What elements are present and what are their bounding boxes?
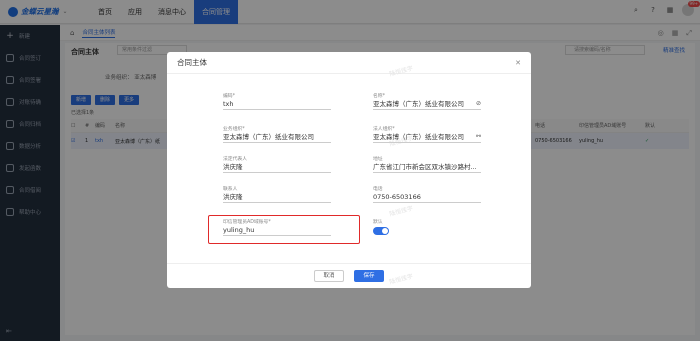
legalorg-field: 法人组织* 亚太森博（广东）纸业有限公司 ⚯ [373,125,481,143]
phone-input[interactable]: 0750-6503166 [373,192,481,203]
code-value: txh [223,100,234,108]
default-field: 默认 [373,218,481,235]
code-input[interactable]: txh [223,99,331,110]
default-label: 默认 [373,220,383,225]
close-icon[interactable]: ✕ [515,59,521,67]
save-button[interactable]: 保存 [354,270,384,282]
dialog-title: 合同主体 [167,52,531,74]
code-label: 编码* [223,94,235,99]
legalorg-label: 法人组织* [373,127,395,132]
bizorg-field: 业务组织* 亚太森博（广东）纸业有限公司 [223,125,331,143]
address-field: 地址 广东省江门市新会区双水镇沙路村... [373,155,481,173]
ad-account-highlight-box [208,215,360,244]
contact-label: 联系人 [223,187,238,192]
phone-field: 电话 0750-6503166 [373,185,481,203]
cancel-button[interactable]: 取消 [314,270,344,282]
legalrep-field: 法定代表人 洪庆隆 [223,155,331,173]
default-toggle[interactable] [373,227,389,235]
legalorg-value: 亚太森博（广东）纸业有限公司 [373,133,464,141]
legalrep-label: 法定代表人 [223,157,247,162]
contact-field: 联系人 洪庆隆 [223,185,331,203]
legalorg-input[interactable]: 亚太森博（广东）纸业有限公司 ⚯ [373,132,481,143]
contact-value: 洪庆隆 [223,193,243,201]
org-tree-icon[interactable]: ⚯ [476,132,481,142]
phone-label: 电话 [373,187,383,192]
phone-value: 0750-6503166 [373,193,421,201]
address-label: 地址 [373,157,383,162]
address-input[interactable]: 广东省江门市新会区双水镇沙路村... [373,162,481,173]
contact-input[interactable]: 洪庆隆 [223,192,331,203]
name-input[interactable]: 亚太森博（广东）纸业有限公司 ⊘ [373,99,481,110]
name-value: 亚太森博（广东）纸业有限公司 [373,100,464,108]
toggle-knob [382,228,388,234]
contract-subject-dialog: 合同主体 ✕ 陆恒佳宇 陆恒佳宇 陆恒佳宇 陆恒佳宇 编码* txh 业务组织*… [167,52,531,288]
legalrep-input[interactable]: 洪庆隆 [223,162,331,173]
bizorg-value: 亚太森博（广东）纸业有限公司 [223,133,314,141]
bizorg-input[interactable]: 亚太森博（广东）纸业有限公司 [223,132,331,143]
watermark: 陆恒佳宇 [388,204,414,218]
legalrep-value: 洪庆隆 [223,163,243,171]
code-field: 编码* txh [223,92,331,110]
bizorg-label: 业务组织* [223,127,245,132]
name-field: 名称* 亚太森博（广东）纸业有限公司 ⊘ [373,92,481,110]
dialog-footer: 取消 保存 [167,263,531,288]
translate-icon[interactable]: ⊘ [476,99,481,109]
name-label: 名称* [373,94,385,99]
address-value: 广东省江门市新会区双水镇沙路村... [373,163,477,171]
